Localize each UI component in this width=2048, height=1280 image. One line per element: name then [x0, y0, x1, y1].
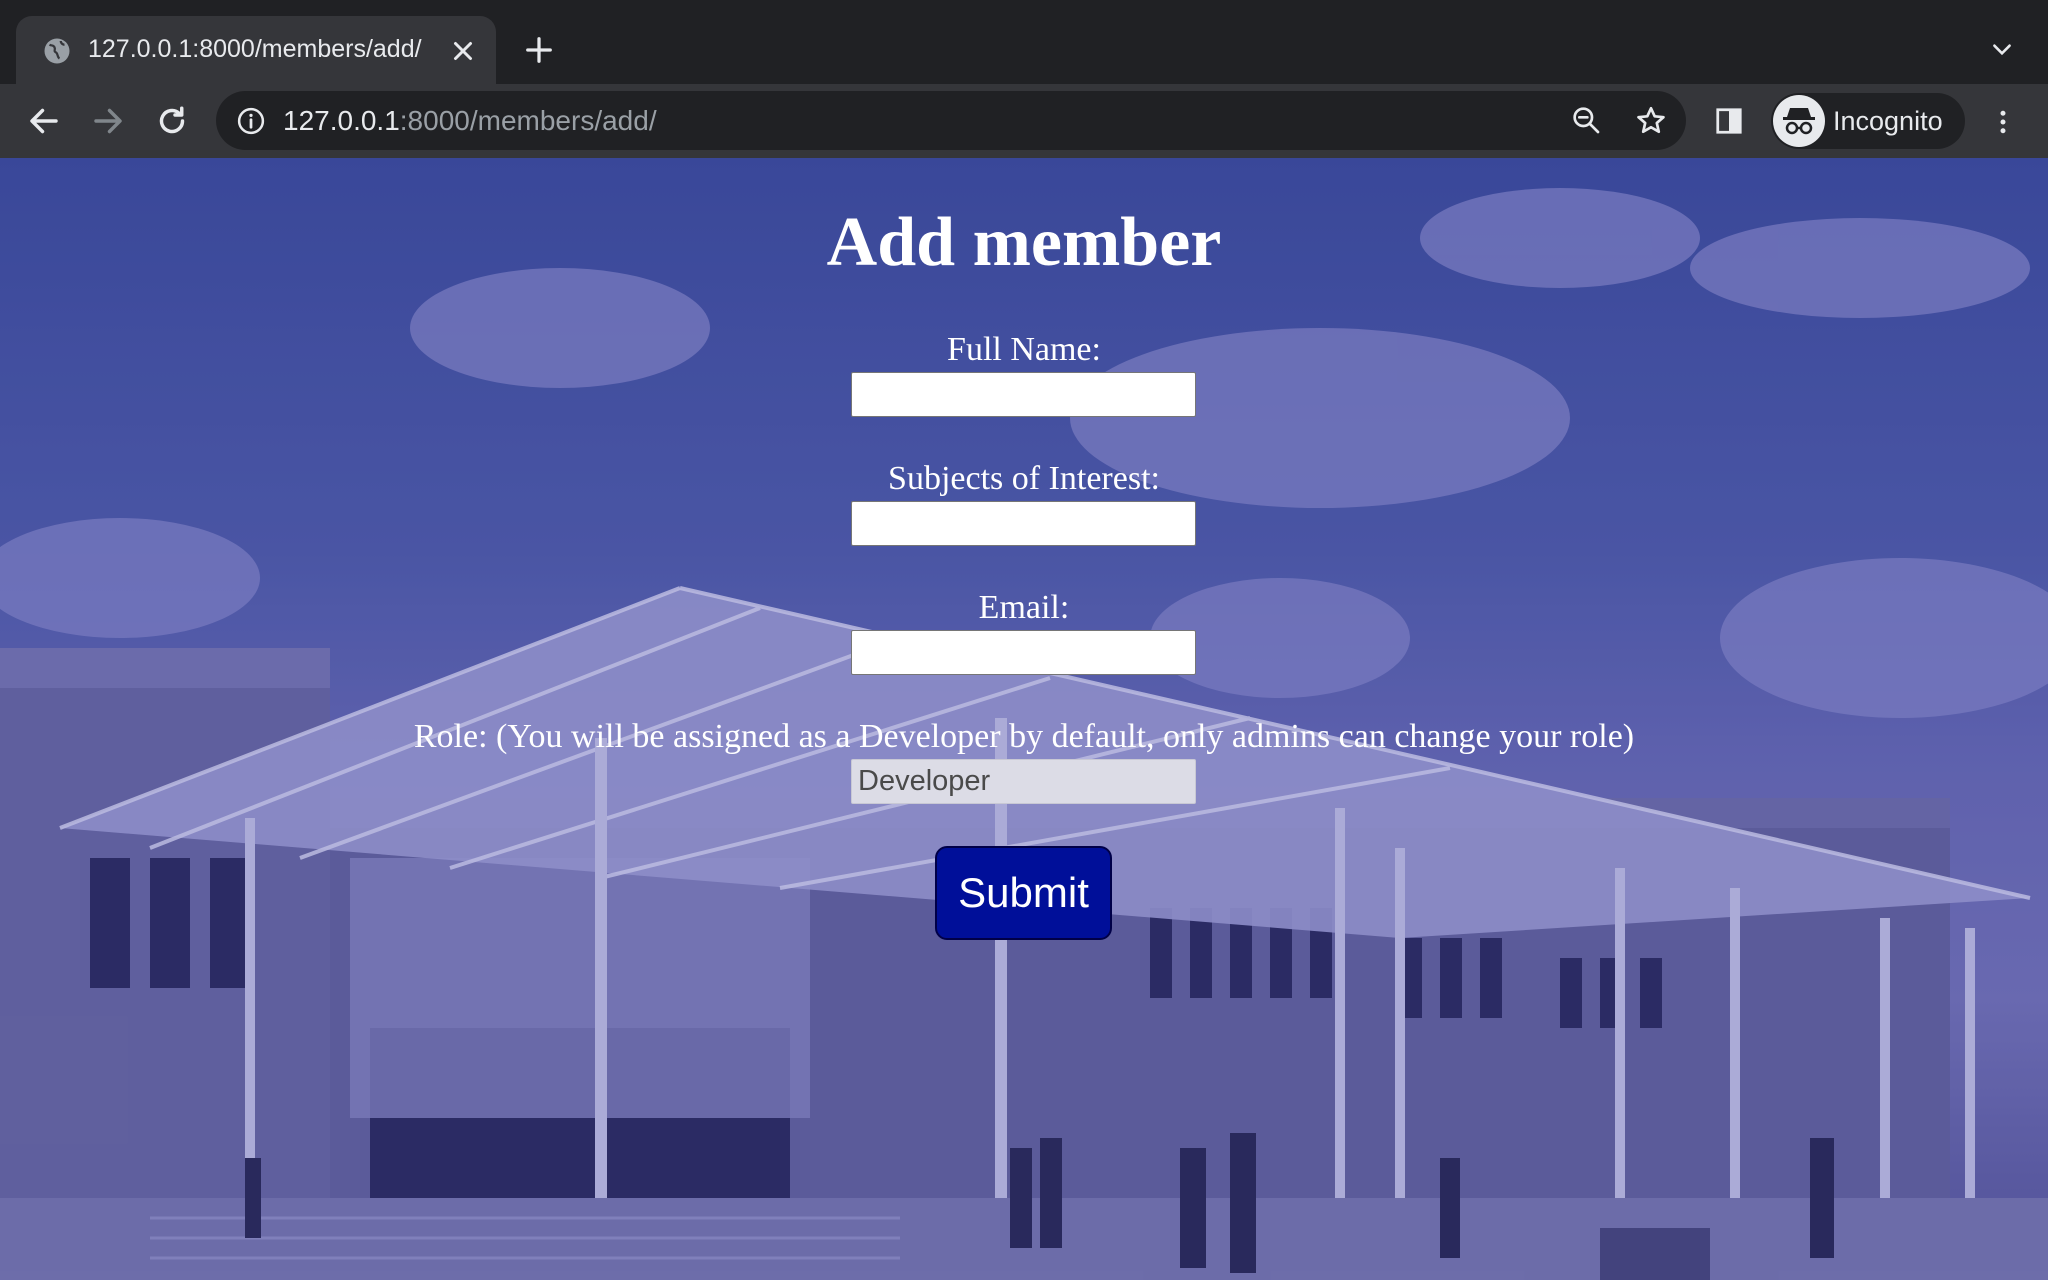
incognito-profile-button[interactable]: Incognito	[1771, 93, 1965, 149]
browser-toolbar: 127.0.0.1:8000/members/add/ Incognito	[0, 84, 2048, 158]
email-label: Email:	[978, 589, 1070, 626]
zoom-icon[interactable]	[1570, 104, 1602, 136]
forward-arrow-icon[interactable]	[90, 103, 126, 139]
email-input[interactable]	[851, 630, 1196, 675]
incognito-label: Incognito	[1833, 106, 1943, 136]
url-text: 127.0.0.1:8000/members/add/	[283, 104, 657, 138]
globe-icon	[44, 38, 70, 64]
subjects-of-interest-label: Subjects of Interest:	[888, 460, 1160, 497]
tab-strip: 127.0.0.1:8000/members/add/	[0, 0, 2048, 84]
side-panel-icon[interactable]	[1714, 106, 1744, 136]
page-viewport: Add member Full Name: Subjects of Intere…	[0, 158, 2048, 1280]
plus-icon[interactable]	[524, 35, 554, 65]
url-host: 127.0.0.1	[283, 105, 400, 136]
incognito-icon	[1773, 95, 1825, 147]
info-icon[interactable]	[236, 106, 266, 136]
add-member-form: Add member Full Name: Subjects of Intere…	[0, 158, 2048, 1280]
role-input[interactable]	[851, 759, 1196, 804]
back-arrow-icon[interactable]	[26, 103, 62, 139]
kebab-menu-icon[interactable]	[1988, 104, 2018, 140]
full-name-label: Full Name:	[947, 331, 1101, 368]
close-icon[interactable]	[448, 36, 478, 66]
url-path: :8000/members/add/	[399, 105, 657, 136]
tab-title: 127.0.0.1:8000/members/add/	[88, 35, 422, 63]
full-name-input[interactable]	[851, 372, 1196, 417]
chevron-down-icon[interactable]	[1987, 37, 2017, 63]
browser-tab[interactable]: 127.0.0.1:8000/members/add/	[16, 16, 496, 84]
submit-button[interactable]: Submit	[935, 846, 1112, 940]
page-title: Add member	[826, 204, 1222, 281]
star-icon[interactable]	[1634, 104, 1668, 138]
role-label: Role: (You will be assigned as a Develop…	[413, 718, 1635, 755]
subjects-of-interest-input[interactable]	[851, 501, 1196, 546]
address-bar[interactable]: 127.0.0.1:8000/members/add/	[216, 91, 1686, 150]
reload-icon[interactable]	[154, 103, 190, 139]
